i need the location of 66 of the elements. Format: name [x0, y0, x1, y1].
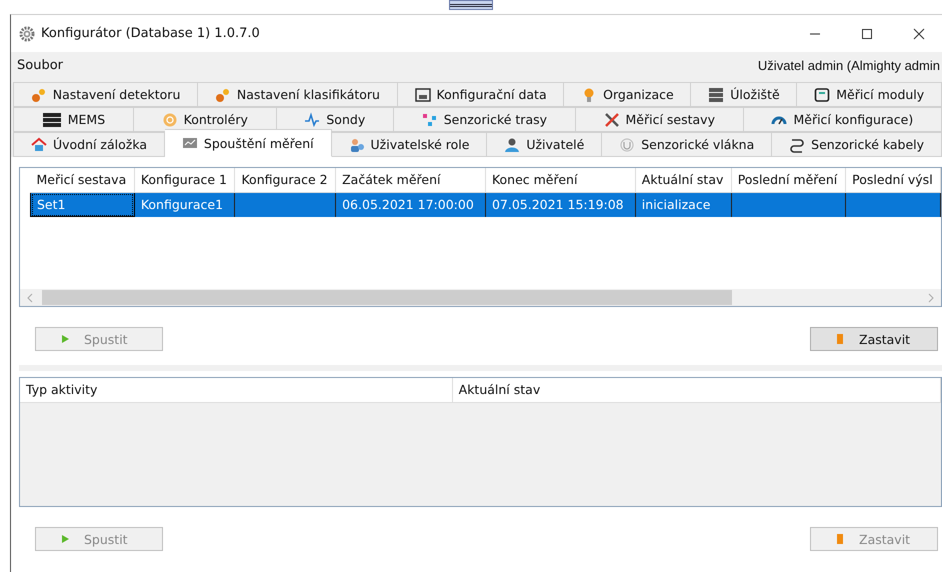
table-cell: Konfigurace1 — [134, 192, 235, 216]
tab[interactable]: Úložiště — [691, 82, 798, 107]
menu-item[interactable]: Soubor — [17, 58, 63, 72]
gears-icon — [30, 86, 47, 102]
column-header[interactable]: Začátek měření — [336, 168, 486, 192]
tab[interactable]: MEMS — [13, 107, 134, 132]
stop-icon — [835, 333, 845, 345]
people-icon — [348, 136, 365, 152]
play-icon — [60, 334, 70, 344]
tab[interactable]: Uživatelé — [487, 132, 602, 157]
tab[interactable]: Senzorické trasy — [394, 107, 576, 132]
drag-handle[interactable] — [449, 0, 493, 10]
table-cell: 06.05.2021 17:00:00 — [336, 192, 486, 216]
monitor-icon — [414, 86, 431, 102]
tab[interactable]: Měřicí sestavy — [576, 107, 744, 132]
scroll-right-icon — [927, 292, 935, 302]
tab[interactable]: Kontroléry — [134, 107, 277, 132]
table-row[interactable]: Set1 Konfigurace1 06.05.2021 17:00:00 07.05.2021 15:19:08 inicializace — [30, 192, 940, 216]
fiber-icon — [619, 136, 636, 152]
server-icon — [42, 112, 62, 128]
column-header[interactable]: Aktuální stav — [635, 168, 732, 192]
column-header[interactable]: Konfigurace 1 — [134, 168, 235, 192]
tab[interactable]: Senzorické vlákna — [602, 132, 772, 157]
tab[interactable]: Měřicí moduly — [797, 82, 942, 107]
tab[interactable]: Spouštění měření — [164, 129, 332, 157]
scrollbar-thumb[interactable] — [42, 290, 732, 305]
stop-button[interactable]: Zastavit — [810, 327, 938, 351]
gear-icon — [19, 26, 35, 42]
box-icon — [814, 86, 830, 102]
horizontal-scrollbar[interactable] — [20, 289, 941, 306]
table-cell: 07.05.2021 15:19:08 — [485, 192, 636, 216]
tab[interactable]: Uživatelské role — [332, 132, 488, 157]
tab[interactable]: Sondy — [276, 107, 394, 132]
close-icon — [913, 28, 925, 40]
server-icon — [708, 86, 724, 102]
tab[interactable]: Organizace — [564, 82, 692, 107]
column-header[interactable]: Poslední výsl — [846, 168, 940, 192]
maximize-icon — [861, 28, 873, 40]
column-header[interactable]: Aktuální stav — [452, 378, 940, 402]
column-header[interactable]: Konfigurace 2 — [234, 168, 336, 192]
tab[interactable]: Senzorické kabely — [772, 132, 942, 157]
tab[interactable]: Úvodní záložka — [13, 132, 165, 157]
table-cell: inicializace — [635, 192, 732, 216]
column-header[interactable]: Konec měření — [485, 168, 636, 192]
tab[interactable]: Nastavení detektoru — [13, 82, 198, 107]
tab[interactable]: Měřicí konfigurace) — [744, 107, 942, 132]
pulse-icon — [304, 112, 320, 128]
column-header[interactable]: Meřicí sestava — [30, 168, 134, 192]
wheel-icon — [162, 112, 178, 128]
gears-icon — [214, 86, 231, 102]
house-icon — [30, 136, 47, 152]
column-header[interactable]: Typ aktivity — [20, 378, 452, 402]
user-icon — [504, 136, 520, 152]
tab[interactable]: Konfigurační data — [398, 82, 564, 107]
table-cell: Set1 — [30, 192, 134, 216]
window-title: Konfigurátor (Database 1) 1.0.7.0 — [41, 26, 260, 41]
scroll-left-icon — [26, 292, 34, 302]
stop-icon — [835, 533, 845, 545]
dots-icon — [422, 112, 438, 128]
chart-icon — [182, 135, 198, 151]
user-label: Uživatel admin (Almighty admin — [758, 58, 941, 72]
play-icon — [60, 534, 70, 544]
column-header[interactable]: Poslední měření — [731, 168, 846, 192]
tools-icon — [604, 112, 620, 128]
tab[interactable]: Nastavení klasifikátoru — [198, 82, 398, 107]
cable-icon — [789, 136, 806, 152]
